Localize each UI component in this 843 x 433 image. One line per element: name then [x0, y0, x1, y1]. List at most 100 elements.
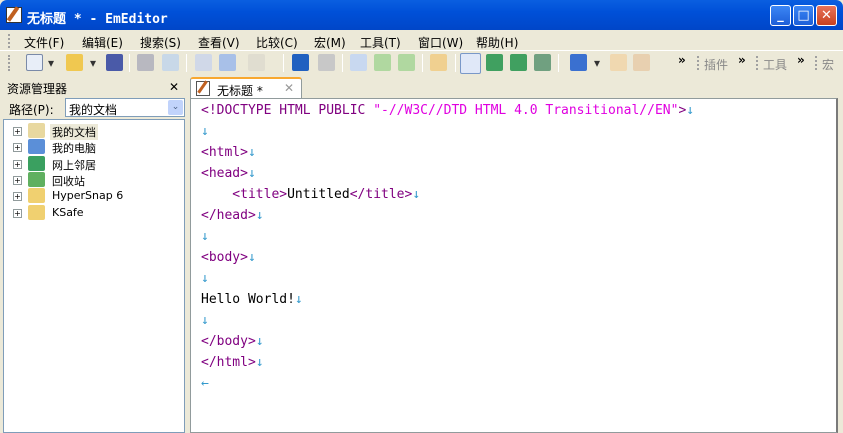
- computer-icon: [28, 139, 45, 155]
- window-title: 无标题 * - EmEditor: [27, 12, 168, 27]
- editor-line: </html>↓: [201, 352, 264, 373]
- paste-icon[interactable]: [248, 54, 265, 71]
- folder-tree[interactable]: + 我的文档 + 我的电脑 + 网上邻居 + 回收站 + HyperSnap 6 + KSafe: [3, 119, 185, 433]
- tree-item[interactable]: + 网上邻居: [4, 155, 184, 172]
- editor-line: ↓: [201, 121, 209, 142]
- tab-label: 无标题 *: [217, 84, 263, 98]
- macro-run-icon[interactable]: [633, 54, 650, 71]
- newline-mark: ↓: [247, 166, 256, 181]
- print-icon[interactable]: [137, 54, 154, 71]
- encoding-icon[interactable]: [570, 54, 587, 71]
- toolbar-separator: [129, 54, 130, 72]
- tree-item-label: 我的文档: [50, 124, 98, 140]
- newline-mark: ↓: [247, 145, 256, 160]
- code-token: </body>: [201, 334, 256, 349]
- code-token: <title>: [201, 187, 288, 202]
- newline-mark: ↓: [247, 250, 256, 265]
- toolbar-separator: [342, 54, 343, 72]
- explorer-close-button[interactable]: ✕: [169, 80, 179, 94]
- expand-icon[interactable]: +: [13, 143, 22, 153]
- plugins-toolbar-label: 插件: [704, 58, 729, 72]
- expand-icon[interactable]: +: [13, 175, 22, 185]
- new-dropdown-icon[interactable]: ▾: [48, 56, 54, 70]
- editor-line: <head>↓: [201, 163, 256, 184]
- copy-icon[interactable]: [219, 54, 236, 71]
- newline-mark: ←: [201, 376, 209, 391]
- tree-item[interactable]: + KSafe: [4, 204, 184, 221]
- show-marks-icon[interactable]: [486, 54, 503, 71]
- expand-icon[interactable]: +: [13, 159, 22, 169]
- expand-icon[interactable]: +: [13, 192, 22, 202]
- menu-search[interactable]: 搜索(S): [140, 34, 181, 51]
- plugins-overflow-chevron[interactable]: »: [738, 53, 746, 67]
- wrap-window-icon[interactable]: [510, 54, 527, 71]
- macro-record-icon[interactable]: [610, 54, 627, 71]
- newline-mark: ↓: [201, 271, 209, 286]
- menu-grip[interactable]: [8, 34, 10, 48]
- menu-window[interactable]: 窗口(W): [418, 34, 463, 51]
- tools-toolbar-label: 工具: [763, 58, 788, 72]
- menu-tools[interactable]: 工具(T): [360, 34, 401, 51]
- editor-line: <body>↓: [201, 247, 256, 268]
- print-preview-icon[interactable]: [162, 54, 179, 71]
- close-button[interactable]: ✕: [816, 5, 837, 26]
- chevron-down-icon[interactable]: ⌄: [168, 100, 183, 115]
- tree-item[interactable]: + 我的文档: [4, 123, 184, 140]
- menu-edit[interactable]: 编辑(E): [82, 34, 123, 51]
- tree-item-label: KSafe: [52, 205, 84, 219]
- maximize-button[interactable]: □: [793, 5, 814, 26]
- tools-grip[interactable]: [756, 56, 758, 70]
- newline-mark: ↓: [255, 334, 264, 349]
- newline-mark: ↓: [201, 313, 209, 328]
- tree-item[interactable]: + HyperSnap 6: [4, 188, 184, 204]
- tab-close-icon[interactable]: ✕: [284, 81, 294, 95]
- explorer-panel: 资源管理器 ✕ 路径(P): 我的文档 ⌄ + 我的文档 + 我的电脑 + 网上邻居 + 回收…: [3, 77, 185, 433]
- expand-icon[interactable]: +: [13, 127, 22, 136]
- newline-mark: ↓: [255, 355, 264, 370]
- new-file-icon[interactable]: [26, 54, 43, 71]
- toolbar-separator: [186, 54, 187, 72]
- redo-icon[interactable]: [318, 54, 335, 71]
- editor-line: Hello World!↓: [201, 289, 303, 310]
- text-editor[interactable]: <!DOCTYPE HTML PUBLIC "-//W3C//DTD HTML …: [190, 98, 838, 433]
- editor-line: ↓: [201, 310, 209, 331]
- newline-mark: ↓: [201, 229, 209, 244]
- toolbar-separator: [283, 54, 284, 72]
- editor-line: ↓: [201, 226, 209, 247]
- tree-item[interactable]: + 回收站: [4, 171, 184, 188]
- find-icon[interactable]: [350, 54, 367, 71]
- encoding-dropdown-icon[interactable]: ▾: [594, 56, 600, 70]
- menu-help[interactable]: 帮助(H): [476, 34, 518, 51]
- find-in-files-icon[interactable]: [430, 54, 447, 71]
- menu-macro[interactable]: 宏(M): [314, 34, 346, 51]
- plugins-grip[interactable]: [697, 56, 699, 70]
- editor-line: </body>↓: [201, 331, 264, 352]
- open-folder-icon[interactable]: [66, 54, 83, 71]
- menu-file[interactable]: 文件(F): [24, 34, 64, 51]
- toolbar-grip[interactable]: [8, 55, 10, 71]
- undo-icon[interactable]: [292, 54, 309, 71]
- minimize-button[interactable]: _: [770, 5, 791, 26]
- wrap-page-icon[interactable]: [534, 54, 551, 71]
- menu-compare[interactable]: 比较(C): [256, 34, 298, 51]
- menu-view[interactable]: 查看(V): [198, 34, 240, 51]
- find-next-icon[interactable]: [374, 54, 391, 71]
- expand-icon[interactable]: +: [13, 208, 22, 218]
- path-combo[interactable]: 我的文档 ⌄: [65, 98, 185, 117]
- toolbar-overflow-chevron[interactable]: »: [678, 53, 686, 67]
- word-wrap-toggle[interactable]: [460, 53, 481, 74]
- macro-grip[interactable]: [815, 56, 817, 70]
- folder-icon: [28, 204, 45, 220]
- tools-overflow-chevron[interactable]: »: [797, 53, 805, 67]
- code-token: "-//W3C//DTD HTML 4.0 Transitional//EN": [373, 103, 679, 118]
- code-token: <html>: [201, 145, 248, 160]
- tree-item[interactable]: + 我的电脑: [4, 139, 184, 155]
- title-bar[interactable]: 无标题 * - EmEditor _ □ ✕: [0, 0, 843, 30]
- tree-item-label: 回收站: [52, 174, 85, 188]
- tab-untitled[interactable]: 无标题 * ✕: [190, 77, 302, 99]
- newline-mark: ↓: [201, 124, 209, 139]
- cut-icon[interactable]: [195, 54, 212, 71]
- save-icon[interactable]: [106, 54, 123, 71]
- find-previous-icon[interactable]: [398, 54, 415, 71]
- open-dropdown-icon[interactable]: ▾: [90, 56, 96, 70]
